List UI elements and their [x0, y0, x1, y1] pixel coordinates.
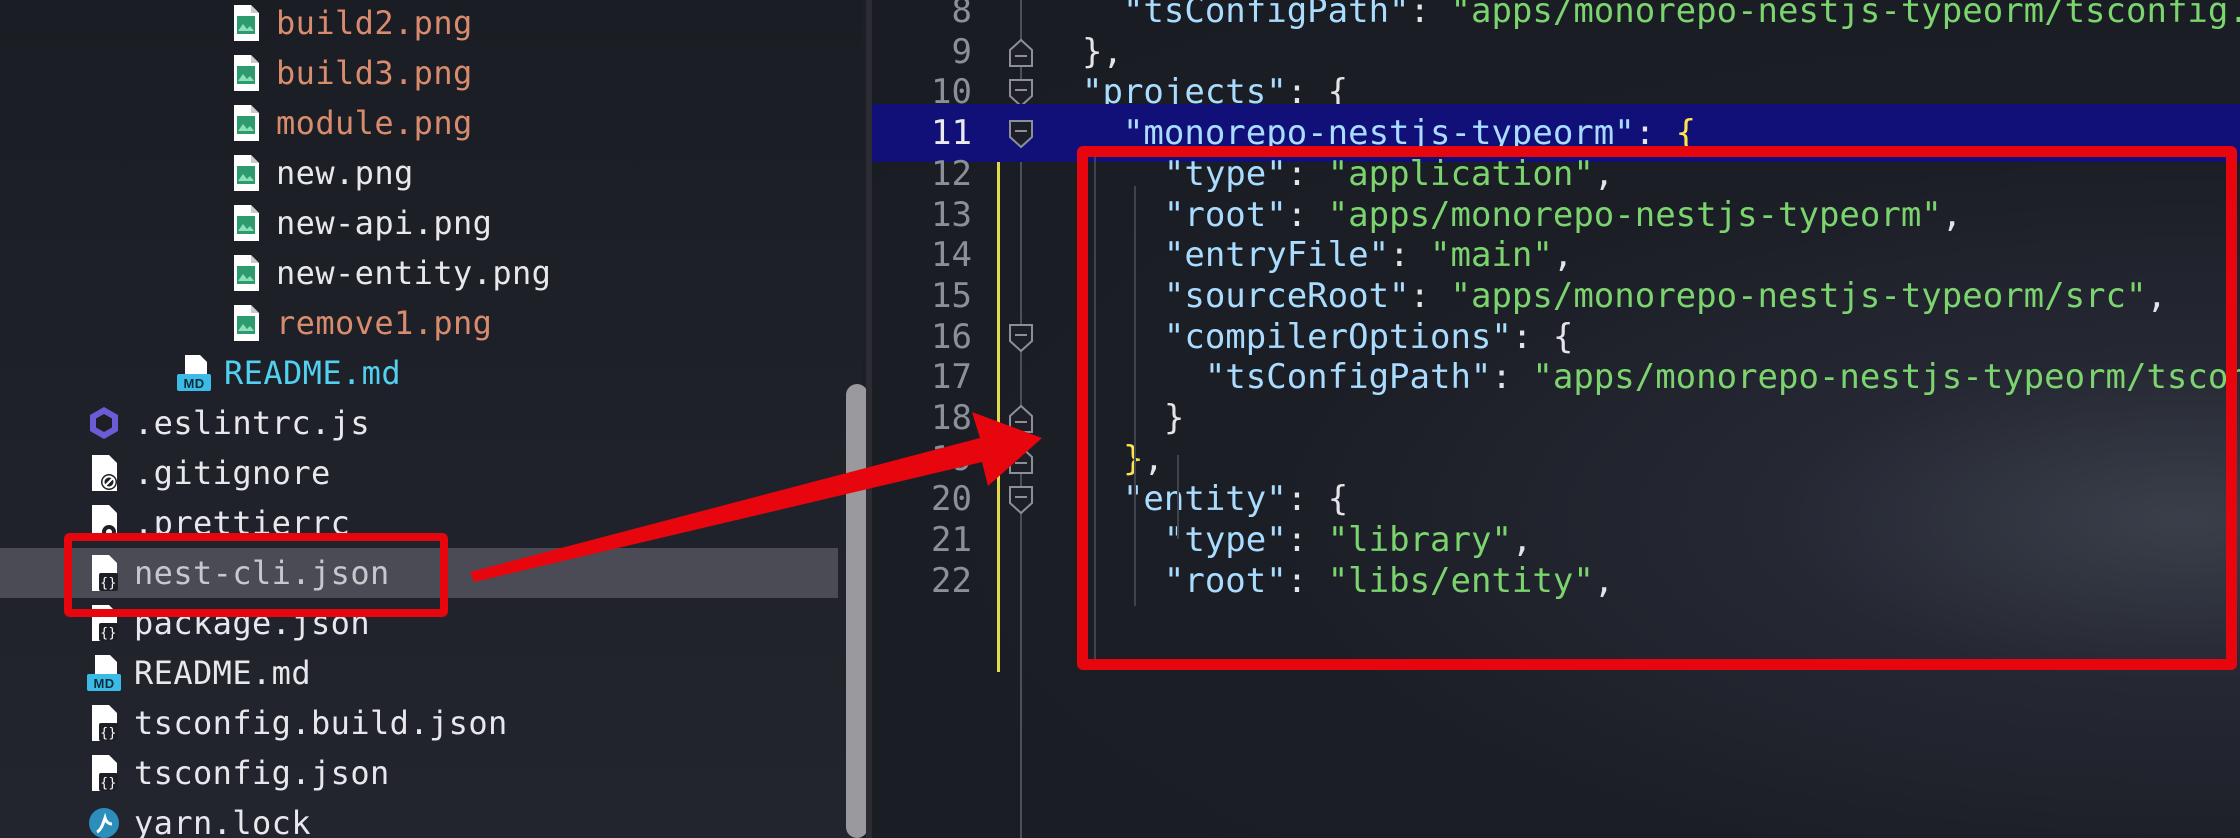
image-file-icon	[228, 2, 264, 44]
fold-end-icon[interactable]	[1008, 403, 1034, 433]
json-file-icon: {}	[86, 752, 122, 794]
svg-text:{}: {}	[100, 776, 116, 791]
image-file-icon	[228, 302, 264, 344]
fold-collapse-icon[interactable]	[1008, 77, 1034, 108]
fold-end-icon[interactable]	[1008, 37, 1034, 67]
file-tree-item[interactable]: build2.png	[0, 0, 838, 48]
gitignore-file-icon	[86, 452, 122, 494]
file-tree-panel: build2.png build3.png module.png new.png new…	[0, 0, 862, 838]
file-tree-item[interactable]: new-api.png	[0, 198, 838, 248]
markdown-file-icon: MD	[176, 352, 212, 394]
svg-text:MD: MD	[93, 676, 114, 691]
file-tree-item[interactable]: {} tsconfig.build.json	[0, 698, 838, 748]
highlight-box-nest-cli	[64, 533, 448, 617]
fold-end-icon[interactable]	[1008, 444, 1034, 474]
file-tree-item[interactable]: MD README.md	[0, 648, 838, 698]
image-file-icon	[228, 102, 264, 144]
file-tree-item-label: build3.png	[276, 54, 473, 92]
file-tree-item-label: .gitignore	[134, 454, 331, 492]
file-tree-item[interactable]: new.png	[0, 148, 838, 198]
file-tree-item[interactable]: .gitignore	[0, 448, 838, 498]
fold-collapse-icon[interactable]	[1008, 322, 1034, 352]
markdown-file-icon: MD	[86, 652, 122, 694]
file-tree-item[interactable]: remove1.png	[0, 298, 838, 348]
file-tree-item-label: new.png	[276, 154, 414, 192]
file-tree-item-label: README.md	[134, 654, 311, 692]
svg-text:MD: MD	[183, 376, 204, 391]
file-tree-item-label: tsconfig.build.json	[134, 704, 508, 742]
file-tree-item-label: .eslintrc.js	[134, 404, 370, 442]
highlight-box-project-config	[1077, 146, 2237, 670]
file-tree-item[interactable]: {} tsconfig.json	[0, 748, 838, 798]
fold-collapse-icon[interactable]	[1008, 118, 1034, 149]
file-tree-item-label: new-entity.png	[276, 254, 552, 292]
fold-collapse-icon[interactable]	[1008, 484, 1034, 515]
file-tree-item-label: new-api.png	[276, 204, 493, 242]
line-number: 22	[931, 560, 972, 601]
file-tree-item[interactable]: new-entity.png	[0, 248, 838, 298]
json-file-icon: {}	[86, 702, 122, 744]
file-tree-item[interactable]: .eslintrc.js	[0, 398, 838, 448]
file-tree-item-label: README.md	[224, 354, 401, 392]
file-tree-item-label: tsconfig.json	[134, 754, 390, 792]
image-file-icon	[228, 202, 264, 244]
file-tree-item[interactable]: module.png	[0, 98, 838, 148]
file-tree-item[interactable]: MD README.md	[0, 348, 838, 398]
file-tree-item[interactable]: yarn.lock	[0, 798, 838, 838]
svg-text:{}: {}	[100, 726, 116, 741]
eslint-file-icon	[86, 402, 122, 444]
image-file-icon	[228, 152, 264, 194]
image-file-icon	[228, 52, 264, 94]
file-tree-item-label: yarn.lock	[134, 804, 311, 838]
file-tree-item[interactable]: build3.png	[0, 48, 838, 98]
file-tree-item-label: build2.png	[276, 4, 473, 42]
file-tree-item-label: module.png	[276, 104, 473, 142]
file-tree-scrollbar[interactable]	[846, 384, 868, 838]
image-file-icon	[228, 252, 264, 294]
svg-text:{}: {}	[100, 626, 116, 641]
yarn-file-icon	[86, 802, 122, 838]
file-tree-item-label: remove1.png	[276, 304, 493, 342]
